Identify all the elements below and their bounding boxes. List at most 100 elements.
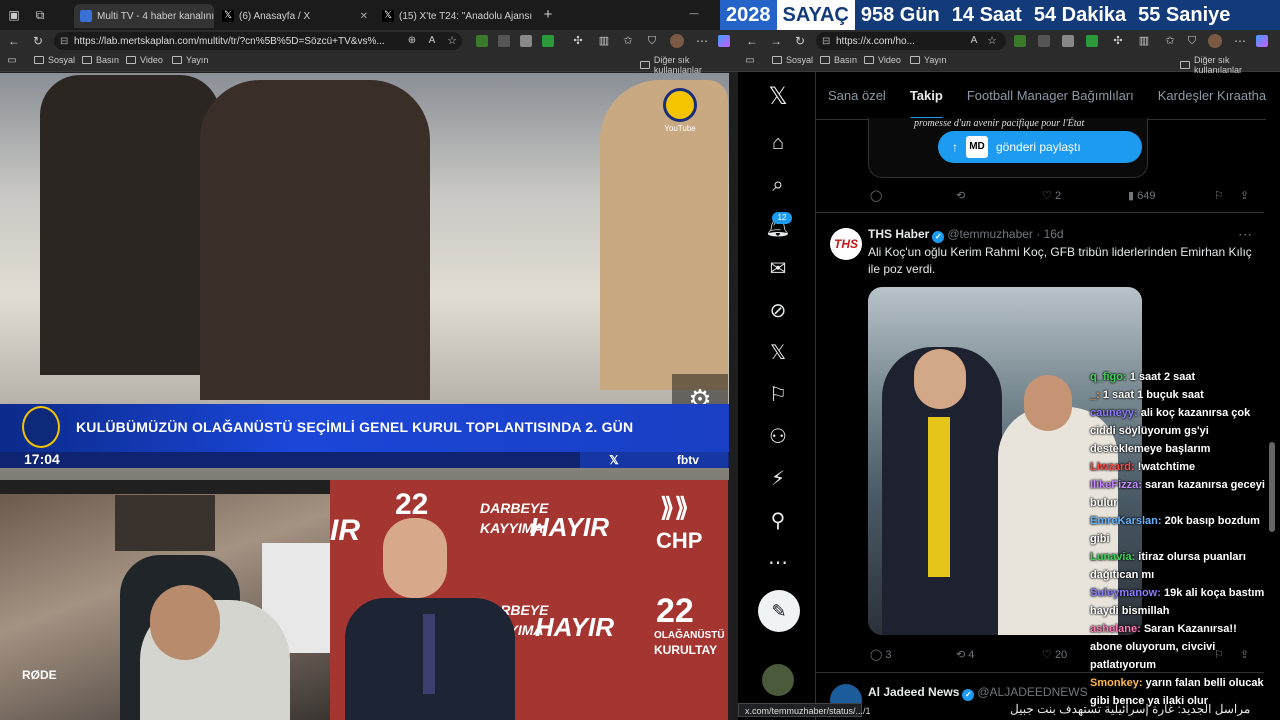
- like-button[interactable]: ♡ 2: [1042, 189, 1061, 202]
- close-tab-icon[interactable]: ✕: [355, 11, 368, 22]
- extension-icon[interactable]: [1014, 35, 1026, 47]
- profile-avatar[interactable]: [670, 34, 684, 48]
- new-tab-button[interactable]: +: [540, 7, 556, 23]
- share-post-button[interactable]: ↑ MD gönderi paylaştı: [938, 131, 1142, 163]
- workspaces-icon[interactable]: ▣: [6, 7, 22, 23]
- profile-icon[interactable]: ⚲: [756, 506, 800, 536]
- bookmark-folder[interactable]: Video: [864, 55, 901, 65]
- sidebar-icon[interactable]: ▭: [4, 53, 20, 69]
- close-tab-icon[interactable]: ✕: [532, 11, 536, 22]
- left-scrollbar[interactable]: [729, 73, 738, 720]
- forward-icon[interactable]: →: [768, 33, 784, 49]
- tab-x-t24[interactable]: 𝕏 (15) X'te T24: "Anadolu Ajansı ✕: [376, 4, 536, 28]
- tab-following[interactable]: Takip: [898, 72, 955, 119]
- split-screen-icon[interactable]: ▥: [1136, 33, 1152, 49]
- post-age: · 16d: [1036, 227, 1064, 241]
- bookmark-folder[interactable]: Basın: [820, 55, 857, 65]
- back-icon[interactable]: ←: [744, 33, 760, 49]
- lightning-icon[interactable]: ⚡︎: [756, 464, 800, 494]
- site-info-icon[interactable]: ⊟: [822, 36, 830, 47]
- extension-icon[interactable]: [542, 35, 554, 47]
- account-avatar[interactable]: [762, 664, 794, 696]
- slogan-hayir: HAYIR: [535, 612, 614, 642]
- other-bookmarks[interactable]: Diğer sık kullanılanlar: [640, 55, 738, 75]
- folder-icon: [34, 56, 44, 64]
- home-icon[interactable]: ⌂: [756, 128, 800, 158]
- post-more-icon[interactable]: ⋯: [1238, 226, 1252, 243]
- extension-icon[interactable]: [1038, 35, 1050, 47]
- puzzle-icon[interactable]: ✣: [1110, 33, 1126, 49]
- extension-icon[interactable]: [1062, 35, 1074, 47]
- x-logo-icon[interactable]: 𝕏: [756, 82, 800, 112]
- compose-post-button[interactable]: ✎: [758, 590, 800, 632]
- more-options-icon[interactable]: ⋯: [756, 548, 800, 578]
- share-icon[interactable]: ⇪: [1240, 189, 1249, 202]
- split-screen-icon[interactable]: ▥: [596, 33, 612, 49]
- author-handle[interactable]: @ALJADEEDNEWS: [977, 685, 1087, 699]
- repost-button[interactable]: ⟲ 4: [956, 648, 974, 661]
- search-icon[interactable]: ⌕: [756, 170, 800, 200]
- copilot-icon[interactable]: [718, 35, 730, 47]
- tab-x-home[interactable]: 𝕏 (6) Anasayfa / X ✕: [216, 4, 374, 28]
- chat-message: IlikeFizza: saran kazanırsa geceyi bulur: [1090, 476, 1270, 512]
- reload-icon[interactable]: ↻: [792, 33, 808, 49]
- author-avatar[interactable]: THS: [830, 228, 862, 260]
- like-count: 20: [1054, 649, 1068, 661]
- menu-dots-icon[interactable]: ⋯: [1232, 33, 1248, 49]
- premium-x-icon[interactable]: 𝕏: [756, 338, 800, 368]
- messages-envelope-icon[interactable]: ✉: [756, 254, 800, 284]
- extension-icon[interactable]: [520, 35, 532, 47]
- chat-message: cauneyy: ali koç kazanırsa çok ciddi söy…: [1090, 404, 1270, 458]
- read-aloud-icon[interactable]: A: [424, 33, 440, 49]
- menu-dots-icon[interactable]: ⋯: [694, 33, 710, 49]
- reply-button[interactable]: ◯ 3: [870, 648, 892, 661]
- post-text: Ali Koç'un oğlu Kerim Rahmi Koç, GFB tri…: [868, 245, 1252, 276]
- tab-football-manager[interactable]: Football Manager Bağımlıları: [955, 72, 1146, 119]
- tab-multitv[interactable]: Multi TV - 4 haber kanalını a ✕: [74, 4, 214, 28]
- multitv-favicon-icon: [80, 10, 92, 22]
- author-handle[interactable]: @temmuzhaber: [947, 227, 1033, 241]
- minimize-button[interactable]: —: [686, 5, 702, 21]
- favorite-star-icon[interactable]: ☆: [444, 33, 460, 49]
- sidebar-icon[interactable]: ▭: [742, 53, 758, 69]
- read-aloud-icon[interactable]: A: [966, 33, 982, 49]
- clock-text: 17:04: [24, 451, 60, 467]
- puzzle-icon[interactable]: ✣: [570, 33, 586, 49]
- views-button[interactable]: ▮ 649: [1128, 189, 1155, 202]
- bookmark-folder[interactable]: Sosyal: [772, 55, 813, 65]
- author-name[interactable]: Al Jadeed News: [868, 685, 959, 699]
- tab-for-you[interactable]: Sana özel: [816, 72, 898, 119]
- author-name[interactable]: THS Haber: [868, 227, 929, 241]
- shield-icon[interactable]: ⛉: [1184, 33, 1200, 49]
- kurultay-text: KURULTAY: [654, 643, 718, 657]
- bookmark-folder[interactable]: Sosyal: [34, 55, 75, 65]
- repost-icon[interactable]: ⟲: [956, 189, 965, 202]
- bookmarks-icon[interactable]: ⚐: [756, 380, 800, 410]
- communities-icon[interactable]: ⚇: [756, 422, 800, 452]
- bookmark-folder[interactable]: Yayın: [910, 55, 946, 65]
- grok-icon[interactable]: ⊘: [756, 296, 800, 326]
- back-icon[interactable]: ←: [6, 33, 22, 49]
- extension-icon[interactable]: [498, 35, 510, 47]
- profile-avatar[interactable]: [1208, 34, 1222, 48]
- bookmark-folder[interactable]: Yayın: [172, 55, 208, 65]
- favorite-star-icon[interactable]: ☆: [984, 33, 1000, 49]
- shield-icon[interactable]: ⛉: [644, 33, 660, 49]
- reply-icon[interactable]: ◯: [870, 189, 882, 202]
- reload-icon[interactable]: ↻: [30, 33, 46, 49]
- favorites-icon[interactable]: ✩: [1162, 33, 1178, 49]
- bookmark-icon[interactable]: ⚐: [1214, 189, 1224, 202]
- tab-kardesler[interactable]: Kardeşler Kıraathanesi: [1146, 72, 1280, 119]
- extension-icon[interactable]: [476, 35, 488, 47]
- zoom-icon[interactable]: ⊕: [404, 33, 420, 49]
- site-info-icon[interactable]: ⊟: [60, 36, 68, 47]
- bookmark-folder[interactable]: Video: [126, 55, 163, 65]
- notification-count-badge: 12: [772, 212, 792, 224]
- bookmark-folder[interactable]: Basın: [82, 55, 119, 65]
- favorites-icon[interactable]: ✩: [620, 33, 636, 49]
- address-bar[interactable]: ⊟ https://lab.mertskaplan.com/multitv/tr…: [54, 32, 462, 50]
- copilot-icon[interactable]: [1256, 35, 1268, 47]
- like-button[interactable]: ♡ 20: [1042, 648, 1067, 661]
- extension-icon[interactable]: [1086, 35, 1098, 47]
- tab-actions-icon[interactable]: ⧉: [32, 7, 48, 23]
